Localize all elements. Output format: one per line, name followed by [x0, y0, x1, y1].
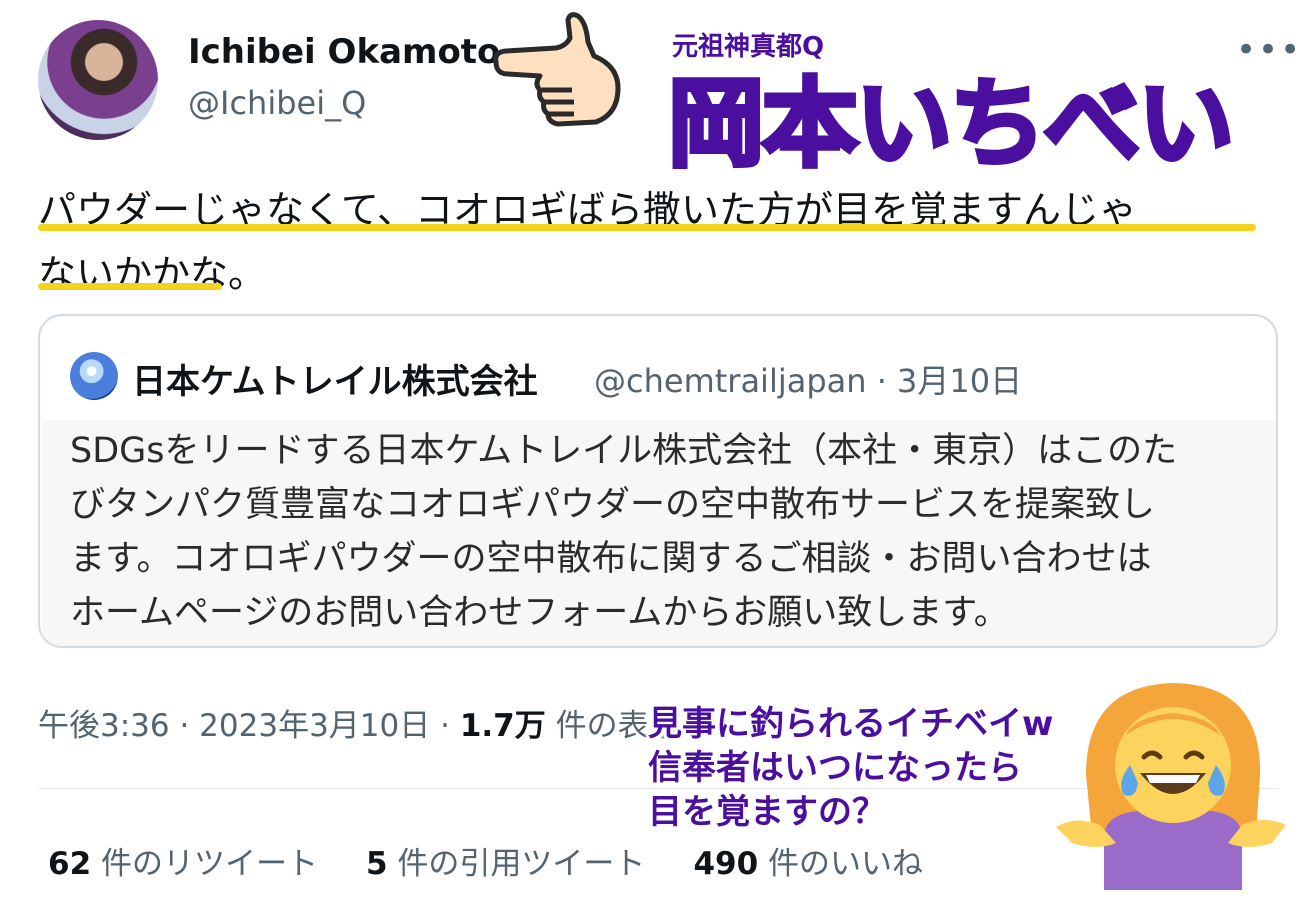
- retweets-count: 62: [48, 846, 92, 882]
- quoted-text-line: びタンパク質豊富なコオロギパウダーの空中散布サービスを提案致し: [70, 485, 1156, 525]
- retweets-label: 件のリツイート: [91, 846, 318, 882]
- likes-label: 件のいいね: [758, 846, 924, 882]
- quoted-text-line: SDGsをリードする日本ケムトレイル株式会社（本社・東京）はこのた: [70, 431, 1178, 471]
- quotes-count: 5: [366, 846, 388, 882]
- quoted-tweet-text: SDGsをリードする日本ケムトレイル株式会社（本社・東京）はこのた びタンパク質…: [70, 424, 1260, 640]
- quoted-avatar[interactable]: [70, 352, 118, 400]
- quoted-author-meta: @chemtrailjapan · 3月10日: [594, 362, 1023, 400]
- author-handle[interactable]: @Ichibei_Q: [188, 84, 366, 122]
- overlay-caption: 見事に釣られるイチベイw 信奉者はいつになったら 目を覚ますの？: [648, 702, 1053, 834]
- highlight-underline-1: [38, 224, 1256, 231]
- tweet-text: パウダーじゃなくて、コオロギばら撒いた方が目を覚ますんじゃ ないかかな。: [38, 178, 1278, 306]
- tweet-time[interactable]: 午後3:36 · 2023年3月10日 ·: [38, 708, 460, 744]
- quoted-text-line: ホームページのお問い合わせフォームからお願い致します。: [70, 593, 1009, 633]
- pointing-hand-icon: [493, 12, 621, 127]
- quoted-tweet-card[interactable]: 日本ケムトレイル株式会社 @chemtrailjapan · 3月10日 SDG…: [38, 314, 1278, 648]
- views-count: 1.7万: [459, 708, 546, 744]
- tweet-timestamp-row: 午後3:36 · 2023年3月10日 · 1.7万 件の表示: [38, 700, 680, 745]
- caption-line: 目を覚ますの？: [648, 792, 886, 832]
- laughing-shrug-emoji-icon: [1056, 683, 1286, 890]
- author-display-name[interactable]: Ichibei Okamoto: [188, 32, 500, 72]
- caption-line: 見事に釣られるイチベイw: [648, 704, 1054, 744]
- tweet-text-line-1: パウダーじゃなくて、コオロギばら撒いた方が目を覚ますんじゃ: [38, 188, 1137, 232]
- caption-line: 信奉者はいつになったら: [648, 748, 1022, 788]
- engagement-stats: 62 件のリツイート 5 件の引用ツイート 490 件のいいね: [48, 838, 923, 883]
- quoted-text-line: ます。コオロギパウダーの空中散布に関するご相談・お問い合わせは: [70, 539, 1152, 579]
- highlight-underline-2: [38, 283, 222, 290]
- quoted-author-name[interactable]: 日本ケムトレイル株式会社: [132, 354, 538, 403]
- likes-count: 490: [693, 846, 759, 882]
- overlay-title: 岡本いちべい: [666, 66, 1237, 183]
- avatar[interactable]: [38, 20, 158, 140]
- retweets-stat[interactable]: 62 件のリツイート: [48, 846, 318, 882]
- likes-stat[interactable]: 490 件のいいね: [693, 846, 923, 882]
- quotes-stat[interactable]: 5 件の引用ツイート: [366, 846, 645, 882]
- tweet-text-line-2: ないかかな。: [38, 252, 267, 296]
- more-options-icon[interactable]: •••: [1236, 30, 1302, 70]
- quotes-label: 件の引用ツイート: [387, 846, 646, 882]
